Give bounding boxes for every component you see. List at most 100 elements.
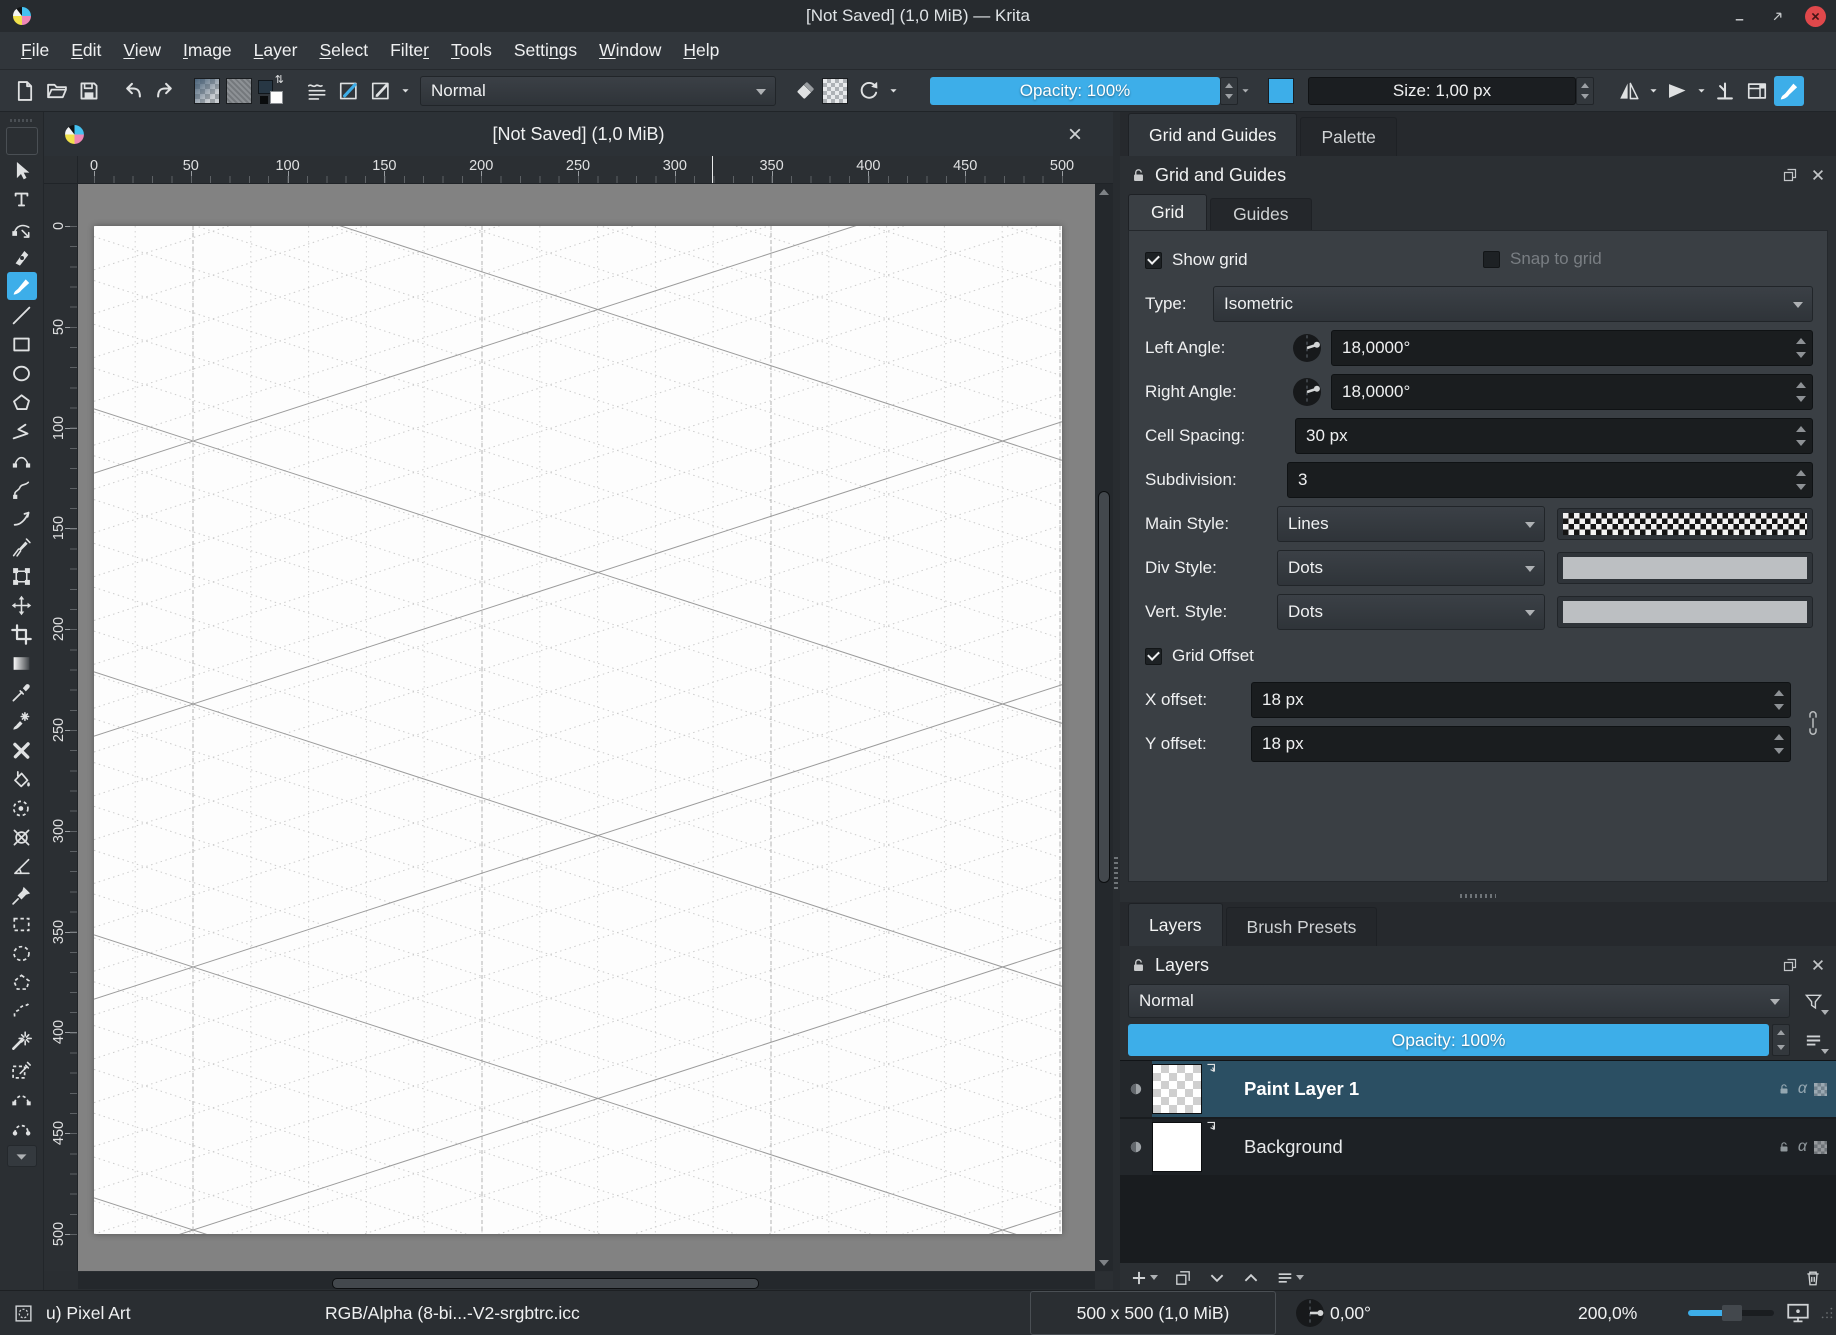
toolbox-handle[interactable] xyxy=(10,115,33,125)
lock-icon[interactable] xyxy=(1130,167,1147,184)
close-docker-icon[interactable] xyxy=(1810,957,1826,973)
vert-style-select[interactable]: Dots xyxy=(1277,594,1545,630)
pattern-swatch-icon[interactable] xyxy=(226,76,256,106)
menu-select[interactable]: Select xyxy=(308,36,379,65)
link-offsets-icon[interactable] xyxy=(1804,709,1824,739)
tool-polygon-icon[interactable] xyxy=(7,388,37,416)
blend-mode-select[interactable]: Normal xyxy=(420,75,776,106)
zoom-slider[interactable] xyxy=(1688,1291,1774,1335)
tool-gradient-icon[interactable] xyxy=(7,649,37,677)
tool-polygonal-selection-icon[interactable] xyxy=(7,968,37,996)
right-angle-dial-icon[interactable] xyxy=(1291,376,1323,408)
menu-image[interactable]: Image xyxy=(172,36,243,65)
y-offset-input[interactable]: 18 px xyxy=(1251,726,1791,762)
menu-layer[interactable]: Layer xyxy=(243,36,309,65)
div-style-color-button[interactable] xyxy=(1557,552,1813,584)
tool-bezier-curve-icon[interactable] xyxy=(7,446,37,474)
reload-preset-icon[interactable] xyxy=(854,76,884,106)
v-scrollbar[interactable] xyxy=(1095,184,1113,1271)
tool-contiguous-selection-icon[interactable] xyxy=(7,1026,37,1054)
zoom-slider-handle[interactable] xyxy=(1722,1305,1742,1321)
v-scroll-thumb[interactable] xyxy=(1098,491,1110,883)
tool-assistants-icon[interactable] xyxy=(7,823,37,851)
mirror-horizontal-icon[interactable] xyxy=(1614,76,1644,106)
tool-edit-shapes-icon[interactable] xyxy=(7,214,37,242)
preserve-alpha-icon[interactable] xyxy=(822,76,852,106)
tool-color-sampler-icon[interactable] xyxy=(7,678,37,706)
resize-grip-icon[interactable] xyxy=(1820,1291,1834,1335)
tool-shape-select-icon[interactable] xyxy=(7,156,37,184)
layer-row-background[interactable]: Background α xyxy=(1120,1119,1836,1175)
tool-rectangular-selection-icon[interactable] xyxy=(7,910,37,938)
close-icon[interactable] xyxy=(1805,5,1826,27)
x-offset-input[interactable]: 18 px xyxy=(1251,682,1791,718)
trim-canvas-icon[interactable] xyxy=(1710,76,1740,106)
color-profile[interactable]: RGB/Alpha (8-bi...-V2-srgbtrc.icc xyxy=(325,1291,580,1335)
visibility-toggle[interactable] xyxy=(1120,1061,1152,1117)
flag-arrow-icon[interactable] xyxy=(1694,76,1708,106)
workspace-chooser-icon[interactable] xyxy=(1742,76,1772,106)
tool-polyline-icon[interactable] xyxy=(7,417,37,445)
tool-bezier-selection-icon[interactable] xyxy=(7,1084,37,1112)
tool-similar-color-selection-icon[interactable] xyxy=(7,1055,37,1083)
fit-to-screen-icon[interactable] xyxy=(1786,1291,1810,1335)
layer-blend-mode-select[interactable]: Normal xyxy=(1128,984,1790,1018)
delete-layer-button[interactable] xyxy=(1804,1269,1822,1287)
layer-lock-icon[interactable] xyxy=(1777,1082,1791,1096)
move-layer-down-button[interactable] xyxy=(1208,1269,1226,1287)
tool-multibrush-icon[interactable] xyxy=(7,533,37,561)
tool-reference-images-icon[interactable] xyxy=(7,881,37,909)
current-gradient-swatch[interactable] xyxy=(1268,77,1294,104)
current-brush-preset[interactable]: u) Pixel Art xyxy=(46,1291,131,1335)
layer-filter-icon[interactable] xyxy=(1798,986,1829,1016)
menu-edit[interactable]: Edit xyxy=(60,36,112,65)
tab-layers[interactable]: Layers xyxy=(1128,903,1223,946)
scroll-down-icon[interactable] xyxy=(1095,1255,1113,1271)
tool-freehand-brush-icon[interactable] xyxy=(6,272,37,300)
opacity-slider[interactable]: Opacity: 100% xyxy=(930,76,1220,105)
layer-alpha-lock-icon[interactable] xyxy=(1814,1082,1827,1096)
layer-alpha-lock-icon[interactable] xyxy=(1814,1140,1827,1154)
tool-move-icon[interactable] xyxy=(7,591,37,619)
right-angle-input[interactable]: 18,0000° xyxy=(1331,374,1813,410)
snap-flag-icon[interactable] xyxy=(1662,76,1692,106)
document-close-icon[interactable] xyxy=(1063,122,1087,146)
undo-icon[interactable] xyxy=(118,76,148,106)
menu-tools[interactable]: Tools xyxy=(440,36,503,65)
brush-editor-toggle-icon[interactable] xyxy=(1774,75,1804,106)
tool-calligraphy-icon[interactable] xyxy=(7,243,37,271)
subtab-grid[interactable]: Grid xyxy=(1128,194,1208,230)
move-layer-up-button[interactable] xyxy=(1242,1269,1260,1287)
tool-crop-icon[interactable] xyxy=(7,620,37,648)
tool-freehand-selection-icon[interactable] xyxy=(7,997,37,1025)
tool-colorize-mask-icon[interactable] xyxy=(7,736,37,764)
spinner-arrows-icon[interactable] xyxy=(1795,463,1807,497)
tool-elliptical-selection-icon[interactable] xyxy=(7,939,37,967)
docker-resize-handle[interactable] xyxy=(1120,890,1836,902)
tab-brush-presets[interactable]: Brush Presets xyxy=(1225,907,1378,946)
tool-text-icon[interactable] xyxy=(7,185,37,213)
layer-opacity-spinner[interactable] xyxy=(1772,1024,1790,1056)
more-tools-button[interactable] xyxy=(6,1145,37,1167)
layer-properties-button[interactable] xyxy=(1276,1269,1304,1287)
tool-measure-icon[interactable] xyxy=(7,852,37,880)
tool-ellipse-icon[interactable] xyxy=(7,359,37,387)
tool-dynamic-brush-icon[interactable] xyxy=(7,504,37,532)
spinner-arrows-icon[interactable] xyxy=(1773,727,1785,761)
redo-icon[interactable] xyxy=(150,76,180,106)
close-docker-icon[interactable] xyxy=(1810,167,1826,183)
layer-thumbnail[interactable] xyxy=(1152,1064,1202,1114)
cell-spacing-input[interactable]: 30 px xyxy=(1295,418,1813,454)
div-style-select[interactable]: Dots xyxy=(1277,550,1545,586)
snap-to-grid-checkbox[interactable]: Snap to grid xyxy=(1483,249,1602,269)
duplicate-layer-button[interactable] xyxy=(1174,1269,1192,1287)
menu-view[interactable]: View xyxy=(112,36,172,65)
main-style-color-button[interactable] xyxy=(1557,508,1813,540)
menu-settings[interactable]: Settings xyxy=(503,36,588,65)
visibility-toggle[interactable] xyxy=(1120,1119,1152,1175)
eraser-mode-icon[interactable] xyxy=(790,76,820,106)
presets-arrow-icon[interactable] xyxy=(398,76,412,106)
opacity-dropdown-icon[interactable] xyxy=(1238,76,1252,106)
h-scroll-thumb[interactable] xyxy=(332,1278,760,1289)
toolbox-top-button[interactable] xyxy=(5,127,38,155)
